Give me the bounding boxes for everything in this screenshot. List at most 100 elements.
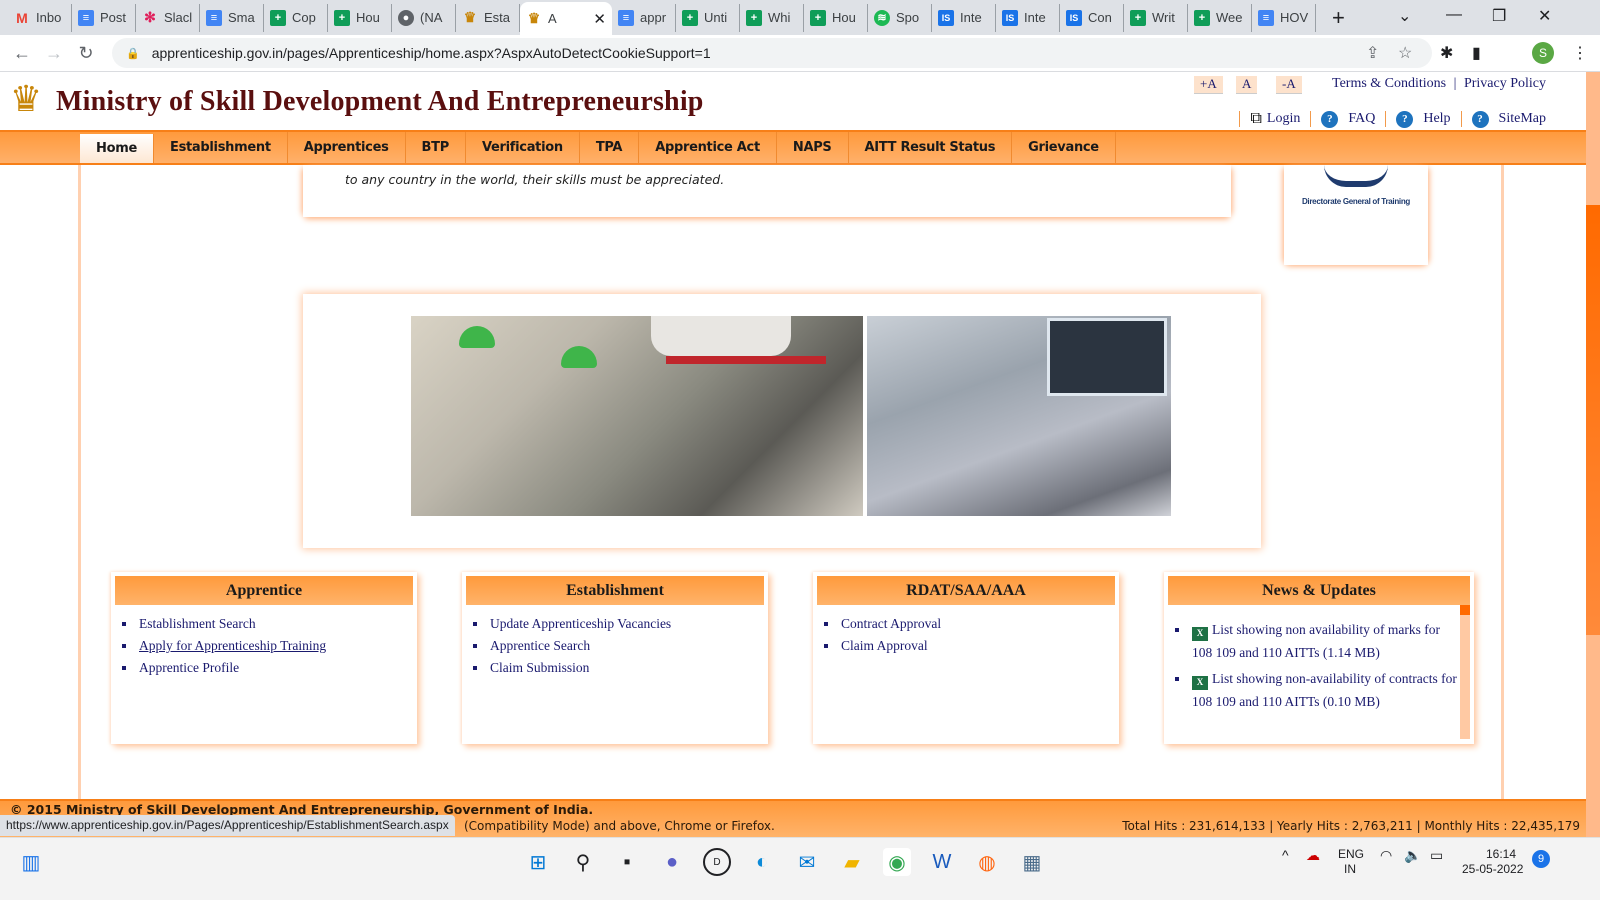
- menu-item-establishment[interactable]: Establishment: [154, 132, 288, 163]
- help-link[interactable]: Help: [1423, 111, 1450, 127]
- volume-icon[interactable]: 🔈: [1404, 847, 1421, 864]
- browser-tab[interactable]: ≡ Post: [72, 3, 136, 32]
- menu-item-apprentices[interactable]: Apprentices: [288, 132, 406, 163]
- font-increase-button[interactable]: +A: [1194, 76, 1223, 94]
- login-link[interactable]: Login: [1267, 111, 1300, 127]
- search-icon[interactable]: ⚲: [569, 848, 597, 876]
- news-item[interactable]: XList showing non availability of marks …: [1190, 618, 1460, 664]
- browser-tab-active[interactable]: ♛ A ✕: [520, 2, 612, 35]
- browser-tab[interactable]: ≡ appr: [612, 3, 676, 32]
- start-button-icon[interactable]: ⊞: [524, 848, 552, 876]
- browser-tab[interactable]: ♛ Esta: [456, 3, 520, 32]
- profile-avatar[interactable]: S: [1532, 42, 1554, 64]
- menu-item-apprentice-act[interactable]: Apprentice Act: [639, 132, 777, 163]
- font-decrease-button[interactable]: -A: [1276, 76, 1302, 94]
- widgets-icon[interactable]: ▥: [17, 848, 45, 876]
- file-explorer-icon[interactable]: ▰: [838, 848, 866, 876]
- font-normal-button[interactable]: A: [1236, 76, 1258, 94]
- task-view-icon[interactable]: ▪: [613, 848, 641, 876]
- show-hidden-icons[interactable]: ^: [1282, 847, 1289, 863]
- browser-tab[interactable]: ✻ Slacl: [136, 3, 200, 32]
- edge-browser-icon[interactable]: ◐: [748, 848, 776, 876]
- battery-icon[interactable]: ▭: [1430, 847, 1443, 864]
- browser-tab[interactable]: ≋ Spo: [868, 3, 932, 32]
- browser-tab[interactable]: IS Con: [1060, 3, 1124, 32]
- notification-badge[interactable]: 9: [1532, 850, 1550, 868]
- national-emblem-logo[interactable]: ♛: [4, 78, 48, 128]
- clock-date[interactable]: 25-05-2022: [1462, 862, 1523, 876]
- menu-item-btp[interactable]: BTP: [406, 132, 466, 163]
- terms-link[interactable]: Terms & Conditions: [1332, 76, 1446, 91]
- minimize-button[interactable]: —: [1446, 6, 1462, 24]
- maximize-button[interactable]: ❐: [1492, 6, 1506, 26]
- link-claim-approval[interactable]: Claim Approval: [839, 638, 941, 654]
- back-button[interactable]: ←: [6, 43, 38, 64]
- menu-item-tpa[interactable]: TPA: [580, 132, 640, 163]
- wifi-icon[interactable]: ◠: [1380, 847, 1392, 864]
- news-scrollbar-thumb[interactable]: [1460, 605, 1470, 615]
- browser-tab[interactable]: ≡ Sma: [200, 3, 264, 32]
- bookmark-star-icon[interactable]: ☆: [1398, 43, 1412, 63]
- onedrive-error-icon[interactable]: ☁: [1306, 847, 1320, 864]
- link-claim-submission[interactable]: Claim Submission: [488, 660, 671, 676]
- browser-tab[interactable]: ● (NA: [392, 3, 456, 32]
- side-panel-icon[interactable]: ▮: [1472, 43, 1481, 63]
- menu-item-aitt-result-status[interactable]: AITT Result Status: [849, 132, 1013, 163]
- dgt-logo-box[interactable]: Directorate General of Training: [1284, 165, 1428, 265]
- main-menu-bar: Home Establishment Apprentices BTP Verificat…: [0, 130, 1586, 165]
- browser-tab[interactable]: + Wee: [1188, 3, 1252, 32]
- extensions-icon[interactable]: ✱: [1440, 43, 1453, 63]
- share-icon[interactable]: ⇪: [1366, 43, 1379, 63]
- news-item[interactable]: XList showing non-availability of contra…: [1190, 667, 1460, 713]
- word-icon[interactable]: W: [928, 848, 956, 876]
- chrome-icon[interactable]: ◉: [883, 848, 911, 876]
- panel-news-updates: News & Updates XList showing non availab…: [1164, 572, 1474, 744]
- calculator-icon[interactable]: ▦: [1018, 848, 1046, 876]
- new-tab-button[interactable]: +: [1332, 5, 1345, 31]
- tab-search-icon[interactable]: ⌄: [1398, 6, 1411, 26]
- dell-icon[interactable]: D: [703, 848, 731, 876]
- browser-tab[interactable]: M Inbo: [8, 3, 72, 32]
- google-docs-icon: ≡: [78, 9, 94, 26]
- link-update-vacancies[interactable]: Update Apprenticeship Vacancies: [488, 616, 671, 632]
- mail-icon[interactable]: ✉: [793, 848, 821, 876]
- address-bar[interactable]: 🔒 apprenticeship.gov.in/pages/Apprentice…: [112, 38, 1432, 68]
- news-scrollbar[interactable]: [1460, 605, 1470, 739]
- browser-tab[interactable]: + Hou: [804, 3, 868, 32]
- browser-tab[interactable]: IS Inte: [996, 3, 1060, 32]
- link-contract-approval[interactable]: Contract Approval: [839, 616, 941, 632]
- browser-tab[interactable]: + Unti: [676, 3, 740, 32]
- browser-tab[interactable]: IS Inte: [932, 3, 996, 32]
- link-apply-apprenticeship-training[interactable]: Apply for Apprenticeship Training: [137, 638, 326, 654]
- menu-item-naps[interactable]: NAPS: [777, 132, 849, 163]
- browser-tab[interactable]: ≡ HOV: [1252, 3, 1316, 32]
- reload-button[interactable]: ↻: [70, 43, 102, 64]
- menu-item-grievance[interactable]: Grievance: [1012, 132, 1116, 163]
- browser-tab[interactable]: + Hou: [328, 3, 392, 32]
- page-scrollbar[interactable]: [1586, 72, 1600, 837]
- clock-time[interactable]: 16:14: [1486, 847, 1516, 861]
- link-apprentice-search[interactable]: Apprentice Search: [488, 638, 671, 654]
- forward-button[interactable]: →: [38, 43, 70, 64]
- sitemap-link[interactable]: SiteMap: [1499, 111, 1546, 127]
- menu-dots-icon[interactable]: ⋮: [1572, 43, 1588, 63]
- close-window-button[interactable]: ✕: [1538, 6, 1551, 26]
- news-item-text[interactable]: List showing non availability of marks f…: [1192, 622, 1440, 660]
- link-apprentice-profile[interactable]: Apprentice Profile: [137, 660, 326, 676]
- browser-tab[interactable]: + Whi: [740, 3, 804, 32]
- close-tab-icon[interactable]: ✕: [593, 10, 606, 28]
- browser-tab[interactable]: + Writ: [1124, 3, 1188, 32]
- browser-tab[interactable]: + Cop: [264, 3, 328, 32]
- menu-item-home[interactable]: Home: [80, 134, 154, 163]
- news-item-text[interactable]: List showing non-availability of contrac…: [1192, 671, 1457, 709]
- external-link-icon: ⧉: [1250, 110, 1262, 127]
- dgt-label: Directorate General of Training: [1301, 197, 1411, 206]
- page-scrollbar-thumb[interactable]: [1586, 205, 1600, 635]
- privacy-link[interactable]: Privacy Policy: [1464, 76, 1546, 91]
- faq-link[interactable]: FAQ: [1348, 111, 1375, 127]
- teams-chat-icon[interactable]: ●: [658, 848, 686, 876]
- menu-item-verification[interactable]: Verification: [466, 132, 580, 163]
- language-code[interactable]: ENG: [1338, 847, 1364, 861]
- link-establishment-search[interactable]: Establishment Search: [137, 616, 326, 632]
- firefox-icon[interactable]: ◍: [973, 848, 1001, 876]
